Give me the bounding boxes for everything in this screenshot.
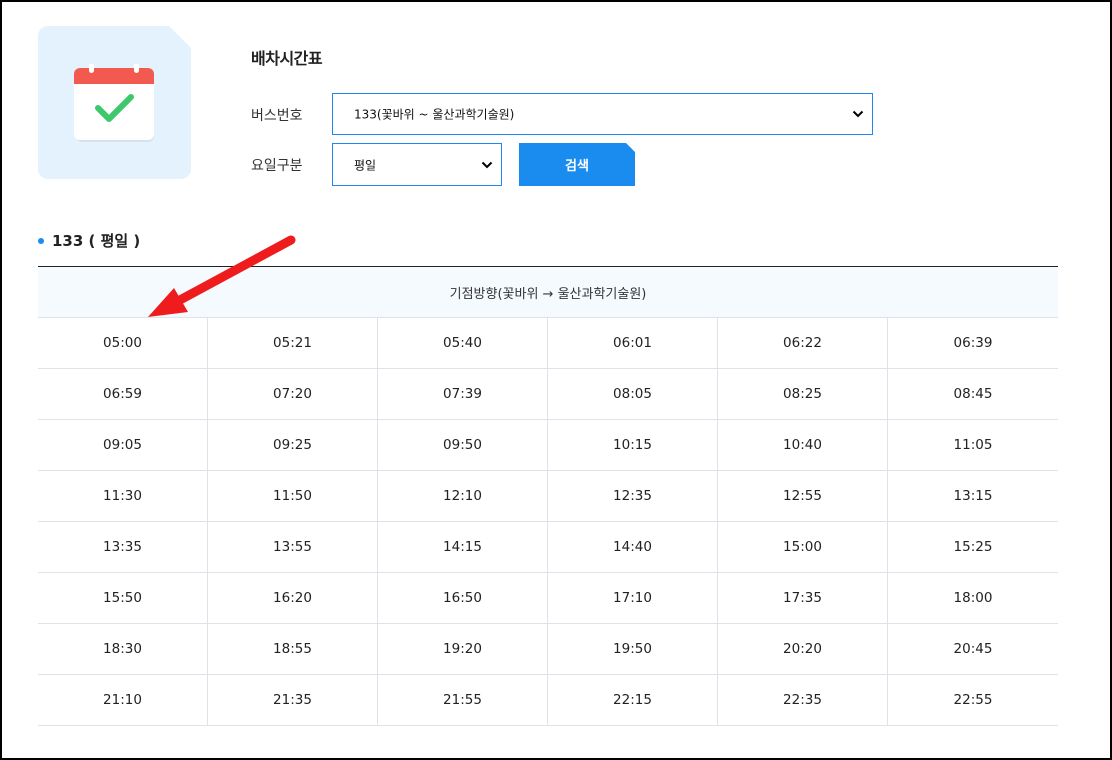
chevron-down-icon <box>852 110 864 118</box>
departure-time-cell: 11:05 <box>953 437 993 453</box>
departure-time-cell: 15:25 <box>953 539 993 555</box>
departure-time-cell: 08:25 <box>718 369 888 419</box>
departure-time-cell: 17:10 <box>548 573 718 623</box>
timetable-row: 06:59 07:20 07:39 08:05 08:25 08:45 <box>38 369 1058 420</box>
departure-time-cell: 08:05 <box>548 369 718 419</box>
bus-number-label: 버스번호 <box>251 108 303 124</box>
departure-time-cell: 22:15 <box>548 675 718 725</box>
departure-time-cell: 09:05 <box>38 420 208 470</box>
departure-time-cell: 15:00 <box>718 522 888 572</box>
departure-time-cell: 08:45 <box>953 386 993 402</box>
day-type-label: 요일구분 <box>251 158 303 174</box>
departure-time-cell: 06:39 <box>953 335 993 351</box>
departure-time-cell: 18:30 <box>38 624 208 674</box>
departure-time-cell: 13:15 <box>953 488 993 504</box>
departure-time-cell: 20:45 <box>953 641 993 657</box>
calendar-check-icon <box>74 64 154 142</box>
search-button-label: 검색 <box>565 159 589 174</box>
departure-time-cell: 13:35 <box>38 522 208 572</box>
departure-time-cell: 05:40 <box>378 318 548 368</box>
departure-time-cell: 17:35 <box>718 573 888 623</box>
departure-time-cell: 21:10 <box>38 675 208 725</box>
bus-number-value: 133(꽃바위 ~ 울산과학기술원) <box>354 107 515 122</box>
direction-header: 기점방향(꽃바위 → 울산과학기술원) <box>38 267 1058 318</box>
day-type-value: 평일 <box>354 158 377 172</box>
departure-time-cell: 09:50 <box>378 420 548 470</box>
departure-time-cell: 21:35 <box>208 675 378 725</box>
bus-number-select[interactable]: 133(꽃바위 ~ 울산과학기술원) <box>332 93 873 135</box>
departure-time-cell: 14:40 <box>548 522 718 572</box>
departure-time-cell: 16:20 <box>208 573 378 623</box>
departure-time-cell: 10:40 <box>718 420 888 470</box>
departure-time-cell: 19:20 <box>378 624 548 674</box>
departure-time-cell: 18:00 <box>953 590 993 606</box>
departure-time-cell: 12:10 <box>378 471 548 521</box>
timetable-row: 13:35 13:55 14:15 14:40 15:00 15:25 <box>38 522 1058 573</box>
departure-time-cell: 11:50 <box>208 471 378 521</box>
timetable-row: 15:50 16:20 16:50 17:10 17:35 18:00 <box>38 573 1058 624</box>
timetable-row: 09:05 09:25 09:50 10:15 10:40 11:05 <box>38 420 1058 471</box>
day-type-select[interactable]: 평일 <box>332 143 502 186</box>
departure-time-cell: 07:20 <box>208 369 378 419</box>
departure-time-cell: 15:50 <box>38 573 208 623</box>
departure-time-cell: 14:15 <box>378 522 548 572</box>
timetable-row: 05:00 05:21 05:40 06:01 06:22 06:39 <box>38 318 1058 369</box>
window-frame: 배차시간표 버스번호 133(꽃바위 ~ 울산과학기술원) 요일구분 평일 검색… <box>0 0 1112 760</box>
departure-time-cell: 10:15 <box>548 420 718 470</box>
timetable: 기점방향(꽃바위 → 울산과학기술원) 05:00 05:21 05:40 06:01… <box>38 266 1058 726</box>
result-heading-text: 133 ( 평일 ) <box>52 232 141 250</box>
departure-time-cell: 22:55 <box>953 692 993 708</box>
departure-time-cell: 09:25 <box>208 420 378 470</box>
search-button[interactable]: 검색 <box>519 143 635 186</box>
departure-time-cell: 06:01 <box>548 318 718 368</box>
timetable-row: 21:10 21:35 21:55 22:15 22:35 22:55 <box>38 675 1058 726</box>
chevron-down-icon <box>481 161 493 168</box>
departure-time-cell: 06:22 <box>718 318 888 368</box>
button-fold-corner <box>626 143 635 152</box>
departure-time-cell: 12:55 <box>718 471 888 521</box>
departure-time-cell: 06:59 <box>38 369 208 419</box>
departure-time-cell: 05:00 <box>38 318 208 368</box>
departure-time-cell: 21:55 <box>378 675 548 725</box>
departure-time-cell: 05:21 <box>208 318 378 368</box>
departure-time-cell: 20:20 <box>718 624 888 674</box>
timetable-row: 11:30 11:50 12:10 12:35 12:55 13:15 <box>38 471 1058 522</box>
result-heading: 133 ( 평일 ) <box>38 230 140 251</box>
departure-time-cell: 16:50 <box>378 573 548 623</box>
departure-time-cell: 13:55 <box>208 522 378 572</box>
departure-time-cell: 12:35 <box>548 471 718 521</box>
timetable-row: 18:30 18:55 19:20 19:50 20:20 20:45 <box>38 624 1058 675</box>
departure-time-cell: 07:39 <box>378 369 548 419</box>
departure-time-cell: 18:55 <box>208 624 378 674</box>
departure-time-cell: 19:50 <box>548 624 718 674</box>
departure-time-cell: 22:35 <box>718 675 888 725</box>
page-title: 배차시간표 <box>251 49 323 68</box>
timetable-body: 05:00 05:21 05:40 06:01 06:22 06:39 06:59 07:20… <box>38 318 1058 726</box>
card-fold-corner <box>169 26 191 48</box>
departure-time-cell: 11:30 <box>38 471 208 521</box>
bullet-dot-icon <box>38 237 44 244</box>
schedule-hero-card <box>38 26 191 179</box>
